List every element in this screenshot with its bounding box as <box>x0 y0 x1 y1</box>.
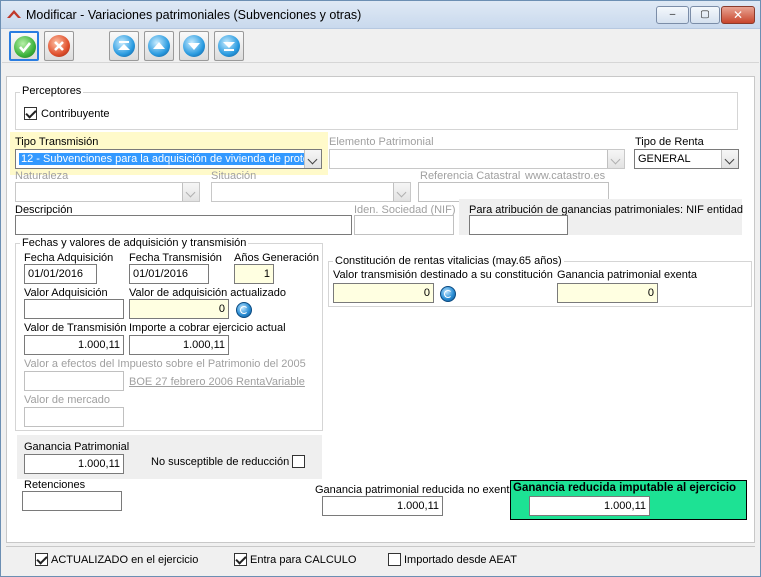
ganancia-patrimonial-label: Ganancia Patrimonial <box>24 441 130 453</box>
tipo-renta-select[interactable]: GENERAL <box>634 149 739 169</box>
checkmark-icon <box>14 36 36 58</box>
descripcion-input[interactable] <box>15 215 352 235</box>
ganancia-imputable-input[interactable]: 1.000,11 <box>529 496 650 516</box>
chevron-down-icon[interactable] <box>607 150 624 168</box>
situacion-select[interactable] <box>211 182 411 202</box>
contribuyente-checkbox[interactable] <box>24 107 37 120</box>
ganancia-reducida-no-exenta-input[interactable]: 1.000,11 <box>322 496 443 516</box>
fecha-adquisicion-label: Fecha Adquisición <box>24 252 114 264</box>
elemento-patrimonial-label: Elemento Patrimonial <box>329 136 434 148</box>
situacion-label: Situación <box>211 170 257 182</box>
ganancia-patrimonial-input[interactable]: 1.000,11 <box>24 454 124 474</box>
naturaleza-select[interactable] <box>15 182 200 202</box>
retenciones-label: Retenciones <box>24 479 86 491</box>
last-record-icon <box>218 35 240 57</box>
anos-generacion-input[interactable]: 1 <box>234 264 274 284</box>
cancel-icon <box>48 35 70 57</box>
catastro-link[interactable]: www.catastro.es <box>525 170 605 182</box>
chevron-down-icon[interactable] <box>304 150 321 168</box>
rentas-vitalicias-title: Constitución de rentas vitalicias (may.6… <box>333 255 564 267</box>
valor-constitucion-label: Valor transmisión destinado a su constit… <box>333 269 553 281</box>
chevron-down-icon[interactable] <box>182 183 199 201</box>
maximize-button[interactable]: ▢ <box>690 6 720 24</box>
first-record-icon <box>113 35 135 57</box>
valor-adq-actualizado-label: Valor de adquisición actualizado <box>129 287 286 299</box>
recalculate-icon[interactable] <box>236 302 252 318</box>
elemento-patrimonial-select[interactable] <box>329 149 625 169</box>
recalculate-icon[interactable] <box>440 286 456 302</box>
anos-generacion-label: Años Generación <box>234 252 319 264</box>
entra-calculo-label: Entra para CALCULO <box>250 554 357 566</box>
valor-transmision-label: Valor de Transmisión <box>24 322 127 334</box>
valor-patrimonio-input[interactable] <box>24 371 124 391</box>
valor-transmision-input[interactable]: 1.000,11 <box>24 335 124 355</box>
valor-mercado-label: Valor de mercado <box>24 394 111 406</box>
ganancia-exenta-label: Ganancia patrimonial exenta <box>557 269 698 281</box>
fechas-title: Fechas y valores de adquisición y transm… <box>20 237 249 249</box>
chevron-down-icon[interactable] <box>721 150 738 168</box>
valor-adquisicion-input[interactable] <box>24 299 124 319</box>
next-record-icon <box>183 35 205 57</box>
naturaleza-label: Naturaleza <box>15 170 69 182</box>
tipo-transmision-label: Tipo Transmisión <box>15 136 99 148</box>
tipo-renta-value: GENERAL <box>638 153 691 165</box>
ganancia-exenta-input[interactable]: 0 <box>557 283 658 303</box>
ganancia-reducida-no-exenta-label: Ganancia patrimonial reducida no exenta <box>315 484 516 496</box>
chevron-down-icon[interactable] <box>393 183 410 201</box>
previous-record-icon <box>148 35 170 57</box>
boe-link[interactable]: BOE 27 febrero 2006 RentaVariable <box>129 376 305 388</box>
importado-aeat-checkbox[interactable] <box>388 553 401 566</box>
fecha-transmision-input[interactable]: 01/01/2016 <box>129 264 209 284</box>
valor-patrimonio-label: Valor a efectos del Impuesto sobre el Pa… <box>24 358 306 370</box>
nif-entidad-input[interactable] <box>469 215 568 235</box>
actualizado-checkbox[interactable] <box>35 553 48 566</box>
perceptores-group <box>15 92 738 130</box>
last-record-button[interactable] <box>214 31 244 61</box>
no-susceptible-label: No susceptible de reducción <box>151 456 290 468</box>
valor-adq-actualizado-input[interactable]: 0 <box>129 299 229 319</box>
contribuyente-label: Contribuyente <box>41 108 110 120</box>
toolbar <box>2 29 759 63</box>
app-logo-icon <box>7 10 21 18</box>
tipo-transmision-value: 12 - Subvenciones para la adquisición de… <box>19 153 312 165</box>
iden-sociedad-input[interactable] <box>354 215 454 235</box>
entra-calculo-checkbox[interactable] <box>234 553 247 566</box>
importe-cobrar-input[interactable]: 1.000,11 <box>129 335 229 355</box>
close-button[interactable]: ✕ <box>721 6 755 24</box>
dialog-window: Modificar - Variaciones patrimoniales (S… <box>0 0 761 577</box>
title-bar: Modificar - Variaciones patrimoniales (S… <box>1 1 760 29</box>
actualizado-label: ACTUALIZADO en el ejercicio <box>51 554 199 566</box>
cancel-button[interactable] <box>44 31 74 61</box>
retenciones-input[interactable] <box>22 491 122 511</box>
accept-button[interactable] <box>9 31 39 61</box>
minimize-button[interactable]: – <box>656 6 689 24</box>
window-title: Modificar - Variaciones patrimoniales (S… <box>26 8 362 22</box>
main-panel: Perceptores Contribuyente Tipo Transmisi… <box>6 76 755 543</box>
perceptores-title: Perceptores <box>20 85 84 97</box>
ganancia-imputable-label: Ganancia reducida imputable al ejercicio <box>513 482 737 494</box>
tipo-renta-label: Tipo de Renta <box>635 136 704 148</box>
valor-mercado-input[interactable] <box>24 407 124 427</box>
next-record-button[interactable] <box>179 31 209 61</box>
fecha-transmision-label: Fecha Transmisión <box>129 252 222 264</box>
tipo-transmision-select[interactable]: 12 - Subvenciones para la adquisición de… <box>15 149 322 169</box>
no-susceptible-checkbox[interactable] <box>292 455 305 468</box>
footer-bar: ACTUALIZADO en el ejercicio Entra para C… <box>6 546 755 572</box>
first-record-button[interactable] <box>109 31 139 61</box>
valor-constitucion-input[interactable]: 0 <box>333 283 434 303</box>
importado-aeat-label: Importado desde AEAT <box>404 554 517 566</box>
valor-adquisicion-label: Valor Adquisición <box>24 287 108 299</box>
previous-record-button[interactable] <box>144 31 174 61</box>
fecha-adquisicion-input[interactable]: 01/01/2016 <box>24 264 97 284</box>
referencia-catastral-label: Referencia Catastral <box>420 170 521 182</box>
importe-cobrar-label: Importe a cobrar ejercicio actual <box>129 322 286 334</box>
